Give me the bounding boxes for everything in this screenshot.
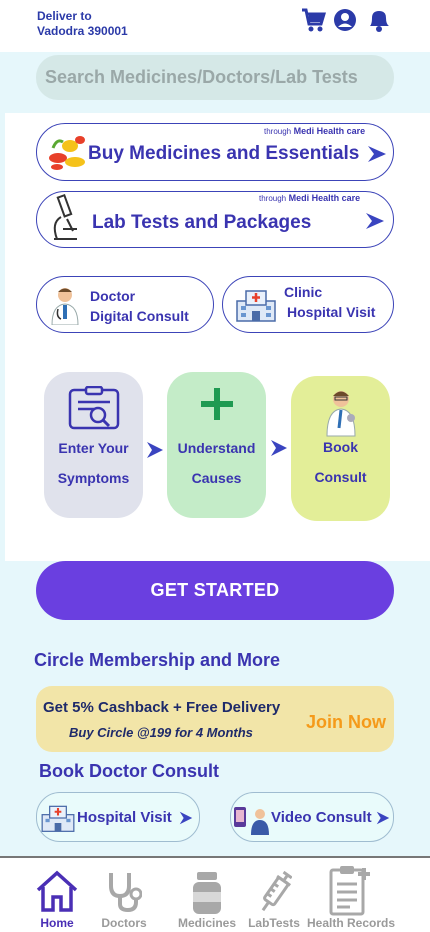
doctor-icon <box>51 288 79 325</box>
nav-doctors[interactable]: Doctors <box>98 858 150 932</box>
buy-medicines-label: Buy Medicines and Essentials <box>88 143 360 164</box>
nav-home-label: Home <box>40 916 74 930</box>
hospital-icon <box>236 290 276 322</box>
search-input[interactable]: Search Medicines/Doctors/Lab Tests <box>36 55 394 100</box>
doctor-consult-label: Doctor Digital Consult <box>90 288 189 324</box>
step-2-line1: Understand <box>177 440 256 456</box>
nav-medicines-label: Medicines <box>177 916 237 930</box>
stethoscope-icon <box>109 873 142 912</box>
nav-health-records[interactable]: Health Records <box>306 858 396 932</box>
step-understand-causes[interactable]: Understand Causes <box>167 372 266 518</box>
clinic-visit-label: Clinic Hospital Visit <box>284 284 376 320</box>
book-consult-section-title: Book Doctor Consult <box>39 761 219 781</box>
cart-icon[interactable] <box>300 6 326 34</box>
microscope-icon <box>53 193 77 240</box>
lab-through-label: through Medi Health care <box>259 193 361 203</box>
nav-doctors-label: Doctors <box>101 916 147 930</box>
doctor-digital-consult-button[interactable]: Doctor Digital Consult <box>36 276 214 333</box>
join-now-button[interactable]: Join Now <box>306 712 386 733</box>
chevron-right-icon <box>376 811 390 825</box>
step-3-line1: Book <box>323 439 358 455</box>
home-icon <box>36 870 78 912</box>
plus-icon <box>201 388 233 420</box>
nav-labtests[interactable]: LabTests <box>248 858 300 932</box>
bell-icon[interactable] <box>366 6 392 34</box>
video-consult-button[interactable]: Video Consult <box>230 792 394 842</box>
chevron-right-icon <box>147 442 163 458</box>
syringe-icon <box>261 870 292 912</box>
doctor-icon <box>326 391 356 437</box>
chevron-right-icon <box>366 213 384 229</box>
deliver-location-value: Vadodra 390001 <box>37 24 128 38</box>
step-1-line2: Symptoms <box>57 470 130 486</box>
nav-medicines[interactable]: Medicines <box>176 858 238 932</box>
deliver-to-label: Deliver to <box>37 9 92 23</box>
hospital-visit-button[interactable]: Hospital Visit <box>36 792 200 842</box>
get-started-button[interactable]: GET STARTED <box>36 561 394 620</box>
step-3-line2: Consult <box>314 469 367 485</box>
medicines-through-label: through Medi Health care <box>264 126 366 136</box>
buy-medicines-button[interactable]: through Medi Health care Buy Medicines a… <box>36 123 394 181</box>
hospital-visit-label: Hospital Visit <box>77 809 172 826</box>
search-placeholder: Search Medicines/Doctors/Lab Tests <box>45 67 358 87</box>
circle-promo-banner[interactable]: Get 5% Cashback + Free Delivery Buy Circ… <box>36 686 394 752</box>
health-records-icon <box>329 866 370 916</box>
app-header: Deliver to Vadodra 390001 <box>0 0 430 52</box>
hospital-icon <box>41 805 75 832</box>
delivery-location[interactable]: Deliver to Vadodra 390001 <box>37 9 128 39</box>
clipboard-search-icon <box>68 386 120 430</box>
nav-home[interactable]: Home <box>30 858 84 932</box>
step-1-line1: Enter Your <box>58 440 129 456</box>
video-consult-label: Video Consult <box>271 809 372 826</box>
chevron-right-icon <box>179 811 193 825</box>
nav-health-records-label: Health Records <box>306 916 396 930</box>
video-consult-icon <box>234 807 269 835</box>
step-book-consult[interactable]: Book Consult <box>291 376 390 521</box>
step-enter-symptoms[interactable]: Enter Your Symptoms <box>44 372 143 518</box>
nav-labtests-label: LabTests <box>248 916 300 930</box>
clinic-hospital-visit-button[interactable]: Clinic Hospital Visit <box>222 276 394 333</box>
promo-line-1: Get 5% Cashback + Free Delivery <box>43 699 281 716</box>
account-icon[interactable] <box>333 6 359 34</box>
chevron-right-icon <box>271 440 287 456</box>
step-2-line2: Causes <box>191 470 242 486</box>
medicine-bottle-icon <box>193 872 221 914</box>
promo-line-2: Buy Circle @199 for 4 Months <box>69 725 253 740</box>
chevron-right-icon <box>368 146 386 162</box>
lab-tests-button[interactable]: through Medi Health care Lab Tests and P… <box>36 191 394 248</box>
pills-icon <box>49 136 85 170</box>
bottom-navigation: Home Doctors Medicines LabTests Health R… <box>0 856 430 932</box>
membership-section-title: Circle Membership and More <box>34 650 281 670</box>
lab-tests-label: Lab Tests and Packages <box>92 212 312 233</box>
